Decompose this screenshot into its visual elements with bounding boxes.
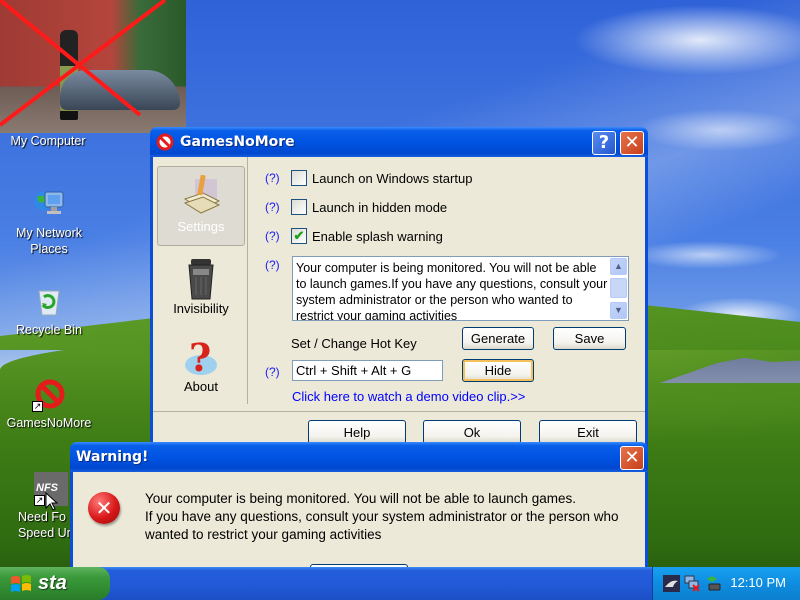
sidebar-item-label: About	[184, 379, 218, 394]
sidebar-item-settings[interactable]: Settings	[157, 166, 245, 246]
desktop-icon-need-for-speed[interactable]: NFS ↗ Need Fo Speed Und	[0, 472, 81, 541]
scroll-thumb[interactable]	[610, 278, 627, 298]
hotkey-input[interactable]: Ctrl + Shift + Alt + G	[292, 360, 443, 381]
error-icon: ✕	[88, 492, 120, 524]
network-places-icon	[32, 188, 66, 222]
trash-can-icon	[181, 255, 221, 300]
desktop-icon-label: My Computer	[10, 134, 86, 148]
game-tray-icon[interactable]	[663, 575, 680, 592]
splash-message-text: Your computer is being monitored. You wi…	[296, 261, 608, 321]
help-marker-hidden[interactable]: (?)	[265, 200, 280, 214]
sidebar-item-about[interactable]: ? About	[157, 327, 245, 399]
checkbox-splash-warning[interactable]: ✔	[291, 228, 307, 244]
checkbox-launch-startup[interactable]	[291, 170, 307, 186]
hotkey-label: Set / Change Hot Key	[291, 336, 417, 351]
splash-message-textarea[interactable]: Your computer is being monitored. You wi…	[292, 256, 629, 321]
save-button[interactable]: Save	[553, 327, 626, 350]
settings-notepad-icon	[181, 173, 221, 217]
close-title-button[interactable]: ✕	[620, 131, 644, 155]
gamesnomore-window: GamesNoMore ? ✕ Settings Invisibility ?	[150, 127, 648, 457]
desktop-icon-recycle-bin[interactable]: Recycle Bin	[1, 285, 97, 338]
warning-titlebar[interactable]: Warning! ✕	[70, 442, 648, 472]
svg-text:?: ?	[189, 335, 211, 379]
windows-logo-icon	[11, 575, 31, 592]
desktop-icon-my-computer[interactable]: My Computer	[0, 133, 96, 149]
ok-button[interactable]: Ok	[423, 420, 521, 444]
start-label: sta	[38, 572, 67, 594]
network-disconnected-icon[interactable]	[684, 575, 701, 592]
desktop-icon-network-places[interactable]: My Network Places	[1, 188, 97, 257]
desktop-icon-label: Need Fo Speed Und	[18, 510, 81, 540]
banned-game-image	[0, 0, 186, 133]
desktop-icon-label: GamesNoMore	[6, 416, 92, 430]
demo-video-link[interactable]: Click here to watch a demo video clip.>>	[292, 389, 525, 404]
shortcut-arrow-icon: ↗	[32, 401, 43, 412]
warning-message-line2: If you have any questions, consult your …	[145, 509, 619, 542]
message-scrollbar[interactable]: ▲ ▼	[610, 258, 627, 319]
checkbox-launch-hidden[interactable]	[291, 199, 307, 215]
warning-message-line1: Your computer is being monitored. You wi…	[145, 491, 577, 506]
window-title: GamesNoMore	[180, 134, 295, 150]
warning-message: Your computer is being monitored. You wi…	[145, 490, 645, 544]
help-marker-hotkey[interactable]: (?)	[265, 365, 280, 379]
scroll-down-icon[interactable]: ▼	[610, 302, 627, 319]
gamesnomore-shortcut-icon: ↗	[32, 378, 66, 412]
shortcut-arrow-icon: ↗	[34, 495, 45, 506]
footer-divider	[153, 411, 645, 412]
sidebar-item-label: Settings	[177, 219, 225, 234]
option-label: Launch on Windows startup	[312, 170, 473, 186]
warning-title: Warning!	[76, 449, 149, 465]
desktop-icon-gamesnomore[interactable]: ↗ GamesNoMore	[1, 378, 97, 431]
help-marker-splash[interactable]: (?)	[265, 229, 280, 243]
recycle-bin-icon	[32, 285, 66, 319]
help-marker-message[interactable]: (?)	[265, 258, 280, 272]
desktop-icon-label: Recycle Bin	[16, 323, 82, 337]
taskbar: sta 12:10 PM	[0, 567, 800, 600]
exit-button[interactable]: Exit	[539, 420, 637, 444]
sidebar: Settings Invisibility ? About	[153, 157, 248, 404]
option-launch-startup[interactable]: Launch on Windows startup	[291, 170, 472, 186]
red-cross-mark	[0, 0, 167, 127]
sidebar-item-invisibility[interactable]: Invisibility	[157, 249, 245, 321]
option-splash-warning[interactable]: ✔ Enable splash warning	[291, 228, 443, 244]
warning-close-button[interactable]: ✕	[620, 446, 644, 470]
window-body: Settings Invisibility ? About (?) Launch…	[153, 157, 645, 457]
window-titlebar[interactable]: GamesNoMore ? ✕	[150, 127, 648, 157]
option-launch-hidden[interactable]: Launch in hidden mode	[291, 199, 447, 215]
help-button[interactable]: Help	[308, 420, 406, 444]
app-icon	[156, 133, 174, 151]
mouse-cursor-icon	[45, 492, 59, 511]
help-title-button[interactable]: ?	[592, 131, 616, 155]
question-mark-icon: ?	[181, 333, 221, 380]
desktop-icon-label: My Network Places	[16, 226, 82, 256]
system-tray: 12:10 PM	[652, 567, 800, 600]
help-marker-startup[interactable]: (?)	[265, 171, 280, 185]
start-button[interactable]: sta	[0, 567, 110, 600]
hide-button[interactable]: Hide	[462, 359, 534, 382]
option-label: Enable splash warning	[312, 228, 443, 244]
sidebar-item-label: Invisibility	[173, 301, 229, 316]
safely-remove-hardware-icon[interactable]	[705, 575, 722, 592]
option-label: Launch in hidden mode	[312, 199, 448, 215]
scroll-up-icon[interactable]: ▲	[610, 258, 627, 275]
clock: 12:10 PM	[730, 575, 786, 590]
generate-button[interactable]: Generate	[462, 327, 534, 350]
